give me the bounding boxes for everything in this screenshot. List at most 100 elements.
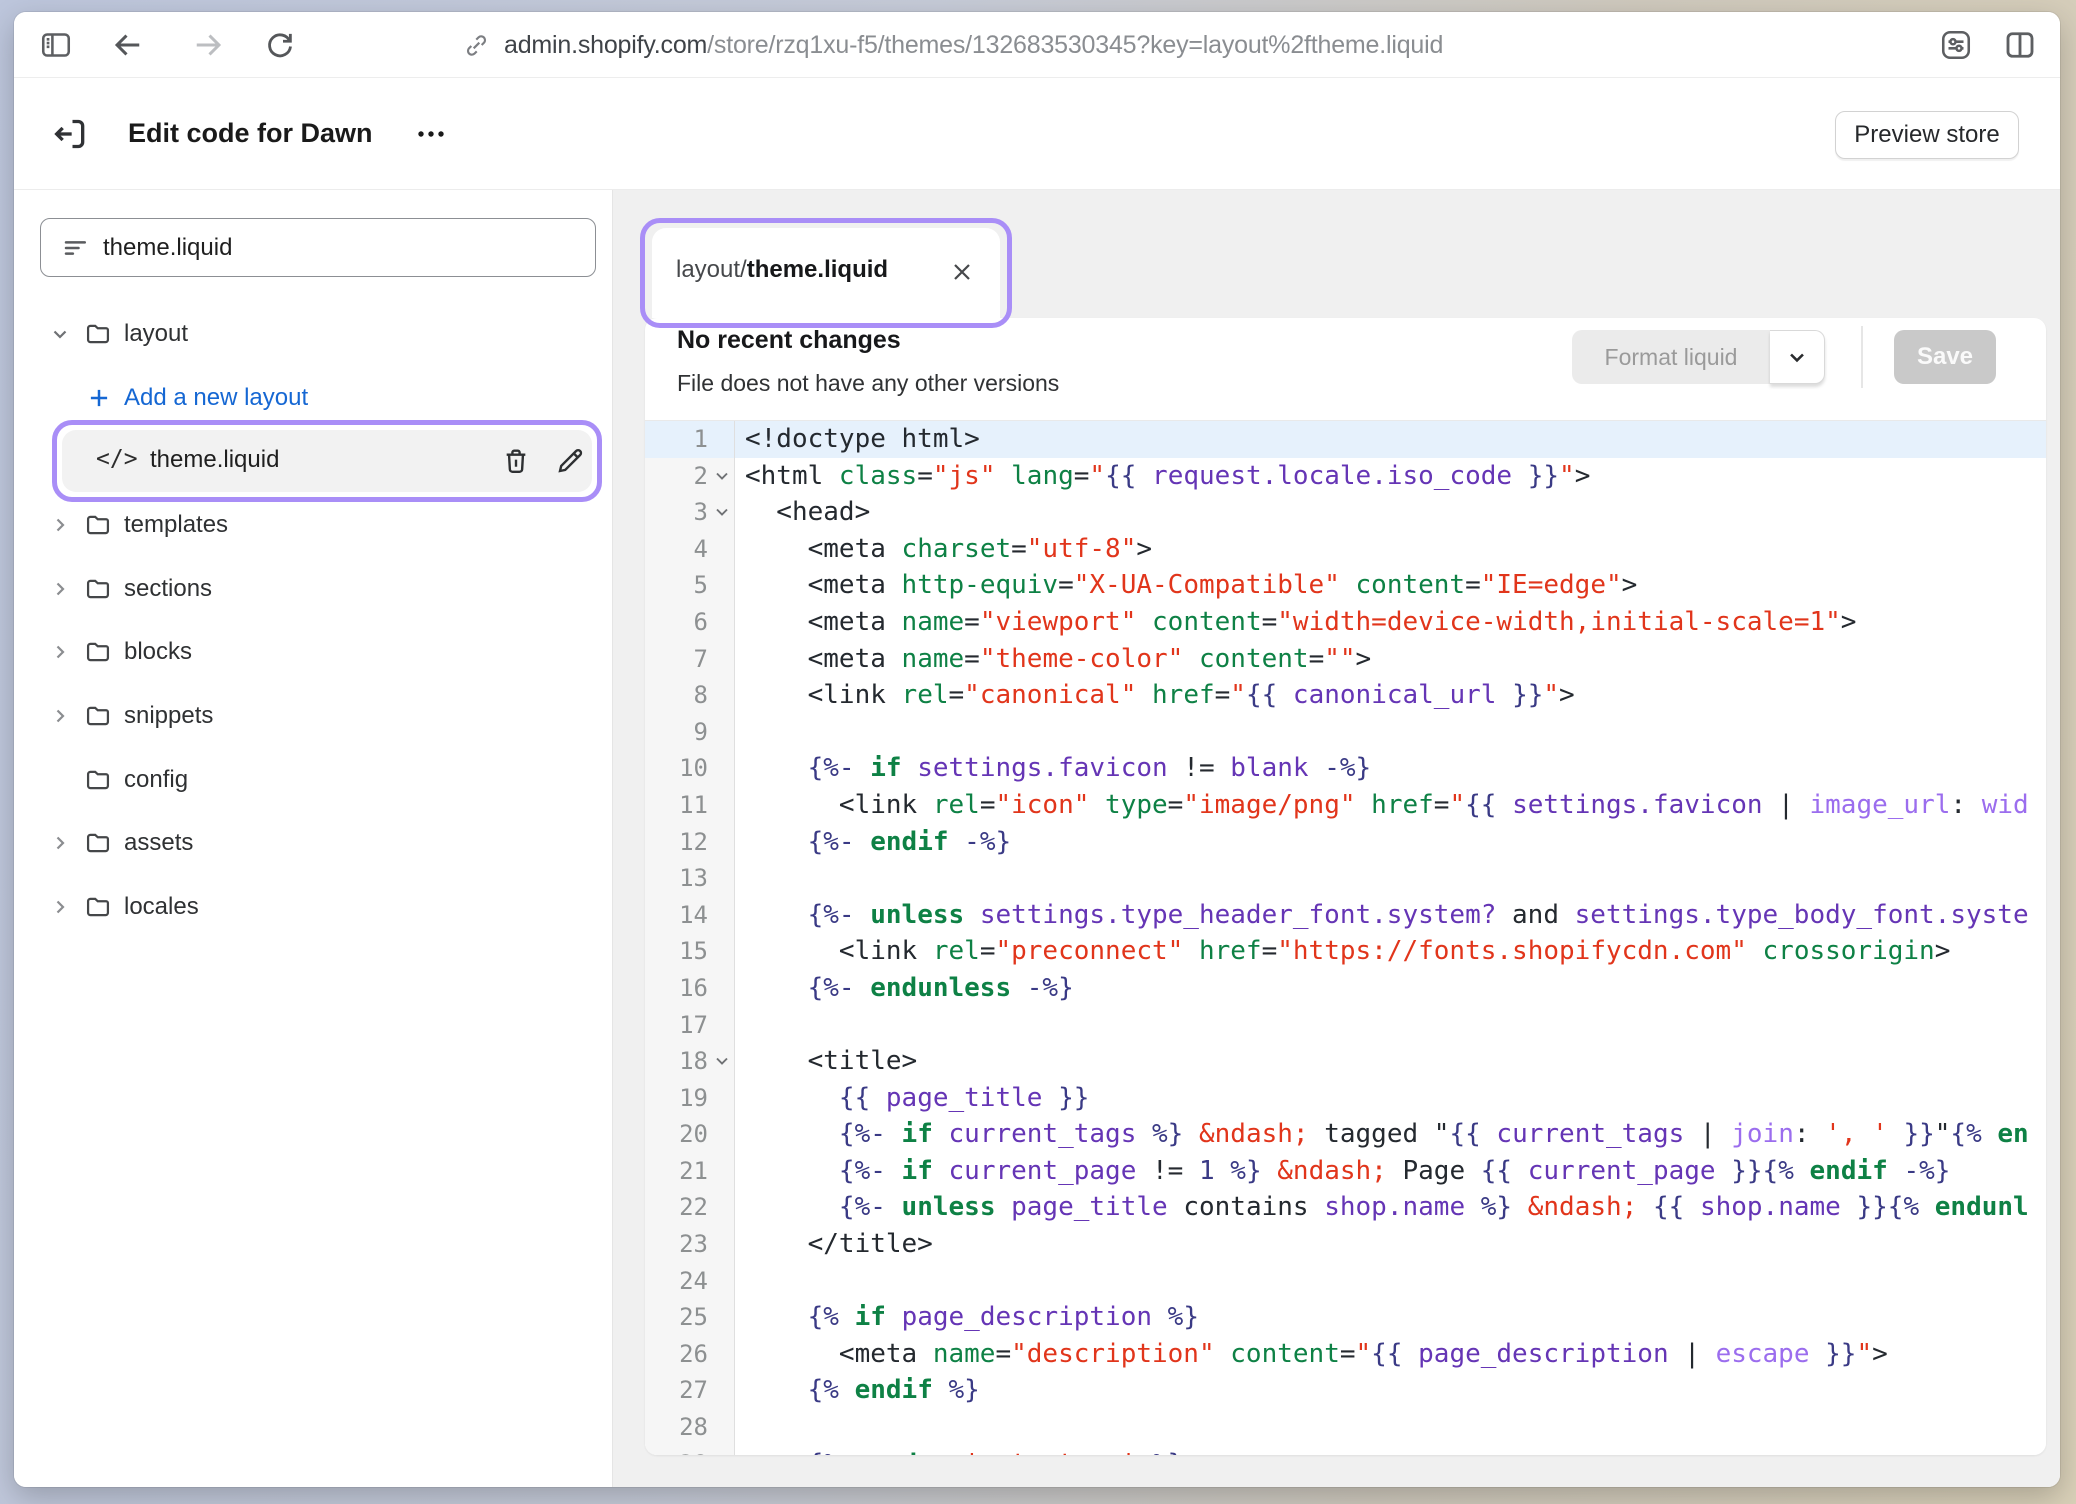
file-label: theme.liquid — [150, 446, 279, 474]
url-domain: admin.shopify.com — [504, 31, 707, 59]
folder-label: config — [124, 766, 188, 794]
folder-label: sections — [124, 575, 212, 603]
folder-label: layout — [124, 320, 188, 348]
reload-icon[interactable] — [262, 27, 298, 63]
code-line-14[interactable]: 14 {%- unless settings.type_header_font.… — [645, 897, 2046, 934]
code-line-29[interactable]: 29 {% render 'meta-tags' %} — [645, 1446, 2046, 1455]
line-number: 20 — [645, 1116, 735, 1153]
code-line-content: <meta name="viewport" content="width=dev… — [735, 604, 2046, 641]
folder-icon — [84, 766, 112, 794]
sidebar-toggle-icon[interactable] — [38, 27, 74, 63]
chevron-right-icon[interactable] — [48, 704, 72, 728]
code-line-25[interactable]: 25 {% if page_description %} — [645, 1299, 2046, 1336]
sidebar-item-layout[interactable]: layout — [14, 302, 613, 366]
code-line-content: {% if page_description %} — [735, 1299, 2046, 1336]
code-line-5[interactable]: 5 <meta http-equiv="X-UA-Compatible" con… — [645, 567, 2046, 604]
code-line-23[interactable]: 23 </title> — [645, 1226, 2046, 1263]
code-line-content: {%- endunless -%} — [735, 970, 2046, 1007]
folder-icon — [84, 702, 112, 730]
format-options-button[interactable] — [1770, 330, 1825, 384]
forward-icon[interactable] — [190, 27, 226, 63]
code-line-1[interactable]: 1<!doctype html> — [645, 421, 2046, 458]
split-view-icon[interactable] — [2002, 27, 2038, 63]
fold-toggle-icon[interactable] — [712, 1051, 732, 1071]
code-line-13[interactable]: 13 — [645, 860, 2046, 897]
code-line-21[interactable]: 21 {%- if current_page != 1 %} &ndash; P… — [645, 1153, 2046, 1190]
sidebar-item-sections[interactable]: sections — [14, 557, 613, 621]
editor-card: No recent changes File does not have any… — [645, 318, 2046, 1455]
code-editor[interactable]: 1<!doctype html>2<html class="js" lang="… — [645, 421, 2046, 1455]
code-line-3[interactable]: 3 <head> — [645, 494, 2046, 531]
code-line-content: <link rel="canonical" href="{{ canonical… — [735, 677, 2046, 714]
line-number: 5 — [645, 567, 735, 604]
code-line-12[interactable]: 12 {%- endif -%} — [645, 824, 2046, 861]
chevron-right-icon[interactable] — [48, 640, 72, 664]
code-line-content — [735, 1263, 2046, 1300]
code-line-content — [735, 1409, 2046, 1446]
code-line-18[interactable]: 18 <title> — [645, 1043, 2046, 1080]
format-liquid-button[interactable]: Format liquid — [1572, 330, 1770, 384]
fold-toggle-icon[interactable] — [712, 466, 732, 486]
code-line-2[interactable]: 2<html class="js" lang="{{ request.local… — [645, 458, 2046, 495]
browser-toolbar: admin.shopify.com/store/rzq1xu-f5/themes… — [14, 12, 2060, 78]
code-line-27[interactable]: 27 {% endif %} — [645, 1372, 2046, 1409]
line-number: 24 — [645, 1263, 735, 1300]
code-line-24[interactable]: 24 — [645, 1263, 2046, 1300]
delete-file-icon[interactable] — [500, 445, 532, 477]
code-line-15[interactable]: 15 <link rel="preconnect" href="https://… — [645, 933, 2046, 970]
close-tab-icon[interactable] — [948, 258, 976, 286]
file-search[interactable] — [40, 218, 596, 277]
chevron-down-icon[interactable] — [48, 322, 72, 346]
code-line-11[interactable]: 11 <link rel="icon" type="image/png" hre… — [645, 787, 2046, 824]
code-line-content: {%- if current_tags %} &ndash; tagged "{… — [735, 1116, 2046, 1153]
code-line-22[interactable]: 22 {%- unless page_title contains shop.n… — [645, 1189, 2046, 1226]
sidebar-item-templates[interactable]: templates — [14, 493, 613, 557]
tab-layout-theme-liquid[interactable]: layout/theme.liquid — [652, 228, 1000, 318]
code-line-17[interactable]: 17 — [645, 1007, 2046, 1044]
code-line-4[interactable]: 4 <meta charset="utf-8"> — [645, 531, 2046, 568]
exit-editor-icon[interactable] — [50, 114, 90, 154]
sidebar-item-blocks[interactable]: blocks — [14, 620, 613, 684]
code-line-20[interactable]: 20 {%- if current_tags %} &ndash; tagged… — [645, 1116, 2046, 1153]
code-line-26[interactable]: 26 <meta name="description" content="{{ … — [645, 1336, 2046, 1373]
search-input[interactable] — [103, 234, 543, 262]
line-number: 23 — [645, 1226, 735, 1263]
url-path: /store/rzq1xu-f5/themes/132683530345?key… — [707, 31, 1443, 59]
file-item-theme.liquid[interactable]: </>theme.liquid — [14, 429, 613, 493]
url-bar[interactable]: admin.shopify.com/store/rzq1xu-f5/themes… — [504, 31, 1443, 60]
code-line-19[interactable]: 19 {{ page_title }} — [645, 1080, 2046, 1117]
code-line-content: <meta name="theme-color" content=""> — [735, 641, 2046, 678]
code-line-9[interactable]: 9 — [645, 714, 2046, 751]
line-number: 8 — [645, 677, 735, 714]
line-number: 19 — [645, 1080, 735, 1117]
folder-icon — [84, 829, 112, 857]
code-line-7[interactable]: 7 <meta name="theme-color" content=""> — [645, 641, 2046, 678]
code-line-content — [735, 1007, 2046, 1044]
add-new-layout-button[interactable]: Add a new layout — [14, 366, 613, 430]
back-icon[interactable] — [110, 27, 146, 63]
preview-store-button[interactable]: Preview store — [1835, 111, 2019, 159]
sidebar-item-snippets[interactable]: snippets — [14, 684, 613, 748]
sidebar-item-assets[interactable]: assets — [14, 812, 613, 876]
code-line-8[interactable]: 8 <link rel="canonical" href="{{ canonic… — [645, 677, 2046, 714]
line-number: 6 — [645, 604, 735, 641]
more-menu-icon[interactable] — [414, 120, 448, 148]
code-line-28[interactable]: 28 — [645, 1409, 2046, 1446]
code-line-6[interactable]: 6 <meta name="viewport" content="width=d… — [645, 604, 2046, 641]
sidebar-item-locales[interactable]: locales — [14, 875, 613, 939]
chevron-right-icon[interactable] — [48, 577, 72, 601]
line-number: 7 — [645, 641, 735, 678]
chevron-right-icon[interactable] — [48, 895, 72, 919]
code-line-10[interactable]: 10 {%- if settings.favicon != blank -%} — [645, 750, 2046, 787]
fold-toggle-icon[interactable] — [712, 502, 732, 522]
active-file-pill[interactable]: </>theme.liquid — [62, 430, 592, 492]
save-button[interactable]: Save — [1894, 330, 1996, 384]
version-status-heading: No recent changes — [677, 326, 901, 355]
chevron-right-icon[interactable] — [48, 831, 72, 855]
rename-file-icon[interactable] — [554, 445, 586, 477]
chevron-right-icon[interactable] — [48, 513, 72, 537]
page-settings-icon[interactable] — [1938, 27, 1974, 63]
code-line-16[interactable]: 16 {%- endunless -%} — [645, 970, 2046, 1007]
sidebar-item-config[interactable]: config — [14, 748, 613, 812]
folder-icon — [84, 320, 112, 348]
